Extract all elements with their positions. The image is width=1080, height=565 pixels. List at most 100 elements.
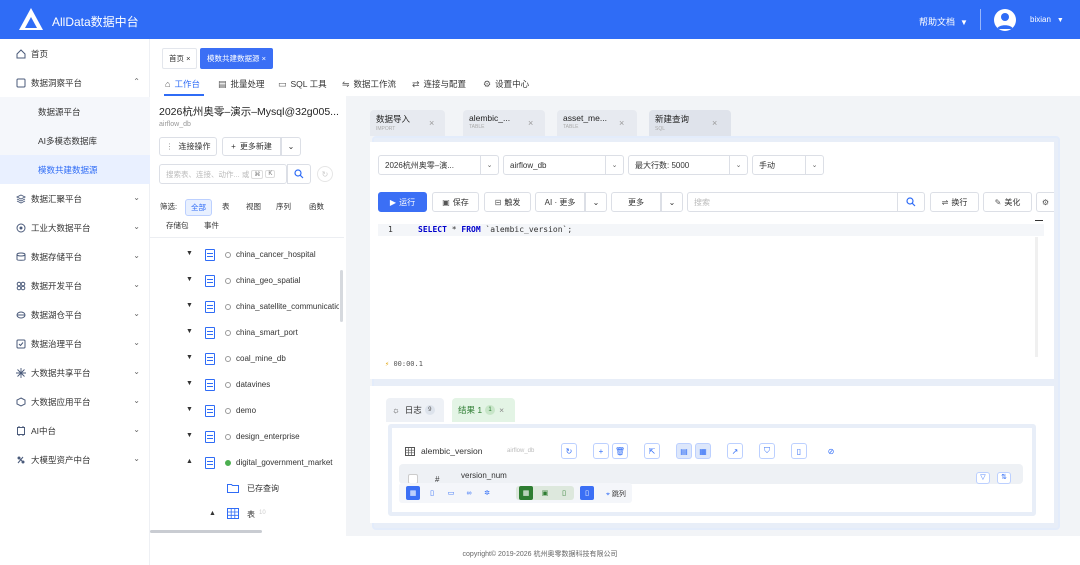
nav-settings[interactable]: ⚙ 设置中心	[483, 78, 529, 90]
tab-log[interactable]: ☼ 日志 9	[386, 398, 444, 422]
sidebar-item-develop[interactable]: 数据开发平台 ⌄	[0, 271, 150, 300]
grid-view-button[interactable]: ▦	[695, 443, 711, 459]
image-view-button[interactable]: ▣	[538, 486, 552, 500]
delete-row-button[interactable]: 🗑	[612, 443, 628, 459]
settings-button[interactable]: ⚙	[1036, 192, 1054, 212]
tree-item[interactable]: ▲ digital_government_market	[150, 450, 340, 476]
avatar[interactable]	[994, 9, 1016, 31]
filter-sequence[interactable]: 序列	[276, 201, 291, 212]
refresh-result-button[interactable]: ↻	[561, 443, 577, 459]
export-button[interactable]: ↗	[727, 443, 743, 459]
query-tab-import[interactable]: 数据导入 IMPORT ×	[370, 110, 445, 136]
close-icon[interactable]: ×	[619, 118, 624, 128]
shield-button[interactable]: ⛉	[759, 443, 775, 459]
filter-package[interactable]: 存储包	[166, 220, 189, 231]
table-view-button[interactable]: ▦	[519, 486, 533, 500]
save-button[interactable]: ▣ 保存	[432, 192, 479, 212]
document-button[interactable]: ▯	[791, 443, 807, 459]
run-button[interactable]: ▶ 运行	[378, 192, 427, 212]
tree-item[interactable]: ▼ demo	[150, 398, 340, 424]
nav-sql-tool[interactable]: ▭ SQL 工具	[278, 78, 327, 90]
tree-item[interactable]: ▼ datavines	[150, 372, 340, 398]
connect-op-button[interactable]: ⋮ 连接操作	[159, 137, 217, 156]
sidebar-subitem-datasource[interactable]: 数据源平台	[0, 97, 150, 126]
tree-item[interactable]: ▼ design_enterprise	[150, 424, 340, 450]
datasource-select[interactable]: 2026杭州奥零–演... ⌄	[378, 155, 499, 175]
sidebar-item-converge[interactable]: 数据汇聚平台 ⌄	[0, 184, 150, 213]
ai-more-dropdown[interactable]: ⌄	[585, 192, 607, 212]
wrap-button[interactable]: ⇌ 换行	[930, 192, 979, 212]
sidebar-item-ai[interactable]: AI中台 ⌄	[0, 416, 150, 445]
scrollbar[interactable]	[340, 270, 343, 322]
filter-table[interactable]: 表	[222, 201, 230, 212]
sort-icon[interactable]: ⇅	[997, 472, 1011, 484]
debug-button[interactable]: ✲	[480, 486, 494, 500]
caret-down-icon[interactable]: ▼	[186, 250, 193, 257]
query-tab-asset[interactable]: asset_me... TABLE ×	[557, 110, 637, 136]
tree-item[interactable]: ▼ china_satellite_communications	[150, 294, 340, 320]
caret-down-icon[interactable]: ▼	[186, 328, 193, 335]
sidebar-item-home[interactable]: 首页	[0, 39, 150, 68]
nav-batch[interactable]: ▤ 批量处理	[218, 78, 265, 90]
caret-down-icon[interactable]: ▼	[186, 380, 193, 387]
max-rows-select[interactable]: 最大行数: 5000 ⌄	[628, 155, 748, 175]
filter-all[interactable]: 全部	[185, 199, 212, 216]
select-button[interactable]: ⇱	[644, 443, 660, 459]
caret-up-icon[interactable]: ▲	[209, 510, 216, 517]
jump-column-button[interactable]: ⌖ 跳列	[606, 489, 626, 499]
close-icon[interactable]: ×	[262, 54, 266, 63]
sidebar-subitem-cobuild[interactable]: 模数共建数据源	[0, 155, 150, 184]
more-button[interactable]: 更多	[611, 192, 661, 212]
text-mode-button[interactable]: ▯	[425, 486, 439, 500]
nav-connection[interactable]: ⇄ 连接与配置	[412, 78, 466, 90]
sidebar-item-storage[interactable]: 数据存储平台 ⌄	[0, 242, 150, 271]
editor-search-button[interactable]	[897, 192, 925, 212]
more-dropdown[interactable]: ⌄	[661, 192, 683, 212]
grid-mode-button[interactable]: ▦	[406, 486, 420, 500]
editor-scrollbar[interactable]	[1035, 237, 1038, 357]
tree-item[interactable]: ▼ china_geo_spatial	[150, 268, 340, 294]
sidebar-item-lakehouse[interactable]: 数据湖仓平台 ⌄	[0, 300, 150, 329]
sidebar-item-industry[interactable]: 工业大数据平台 ⌄	[0, 213, 150, 242]
caret-down-icon[interactable]: ▼	[186, 302, 193, 309]
close-icon[interactable]: ×	[712, 118, 717, 128]
mode-select[interactable]: 手动 ⌄	[752, 155, 824, 175]
ai-more-button[interactable]: AI · 更多	[535, 192, 585, 212]
editor-search-input[interactable]: 搜索	[687, 192, 898, 212]
horizontal-scrollbar[interactable]	[150, 530, 262, 533]
beautify-button[interactable]: ✎ 美化	[983, 192, 1032, 212]
refresh-button[interactable]: ↻	[317, 166, 333, 182]
filter-function[interactable]: 函数	[309, 201, 324, 212]
tree-item-tables[interactable]: ▲ 表 10	[150, 502, 340, 528]
nav-workbench[interactable]: ⌂ 工作台	[165, 78, 200, 90]
filter-view[interactable]: 视图	[246, 201, 261, 212]
tab-home[interactable]: 首页 ×	[162, 48, 198, 69]
column-header-version-num[interactable]: version_num	[461, 471, 507, 480]
chart-mode-button[interactable]: ▭	[444, 486, 458, 500]
tree-item[interactable]: ▼ coal_mine_db	[150, 346, 340, 372]
help-docs-menu[interactable]: 帮助文档 ▼	[919, 15, 968, 28]
user-menu[interactable]: bixian ▼	[1030, 15, 1064, 24]
filter-event[interactable]: 事件	[204, 220, 219, 231]
database-select[interactable]: airflow_db ⌄	[503, 155, 624, 175]
sql-code[interactable]: SELECT * FROM `alembic_version`;	[418, 225, 572, 234]
close-icon[interactable]: ×	[429, 118, 434, 128]
caret-down-icon[interactable]: ▼	[186, 406, 193, 413]
link-button[interactable]: ∞	[462, 486, 476, 500]
file-view-button[interactable]: ▯	[557, 486, 571, 500]
hide-button[interactable]: ⊘	[823, 443, 839, 459]
search-button[interactable]	[287, 164, 311, 184]
caret-down-icon[interactable]: ▼	[186, 354, 193, 361]
caret-down-icon[interactable]: ▼	[186, 276, 193, 283]
close-icon[interactable]: ×	[528, 118, 533, 128]
caret-down-icon[interactable]: ▼	[186, 432, 193, 439]
sidebar-item-share[interactable]: 大数据共享平台 ⌄	[0, 358, 150, 387]
more-new-button[interactable]: + 更多新建	[222, 137, 281, 156]
tree-search-input[interactable]: 搜索表、连接、动作... 或 ⌘ K	[159, 164, 287, 184]
sidebar-item-model[interactable]: 大模型资产中台 ⌄	[0, 445, 150, 474]
tab-cobuild-datasource[interactable]: 模数共建数据源 ×	[200, 48, 273, 69]
add-row-button[interactable]: +	[593, 443, 609, 459]
nav-workflow[interactable]: ⇋ 数据工作流	[342, 78, 396, 90]
form-view-button[interactable]: ▤	[676, 443, 692, 459]
close-icon[interactable]: ×	[186, 54, 190, 63]
